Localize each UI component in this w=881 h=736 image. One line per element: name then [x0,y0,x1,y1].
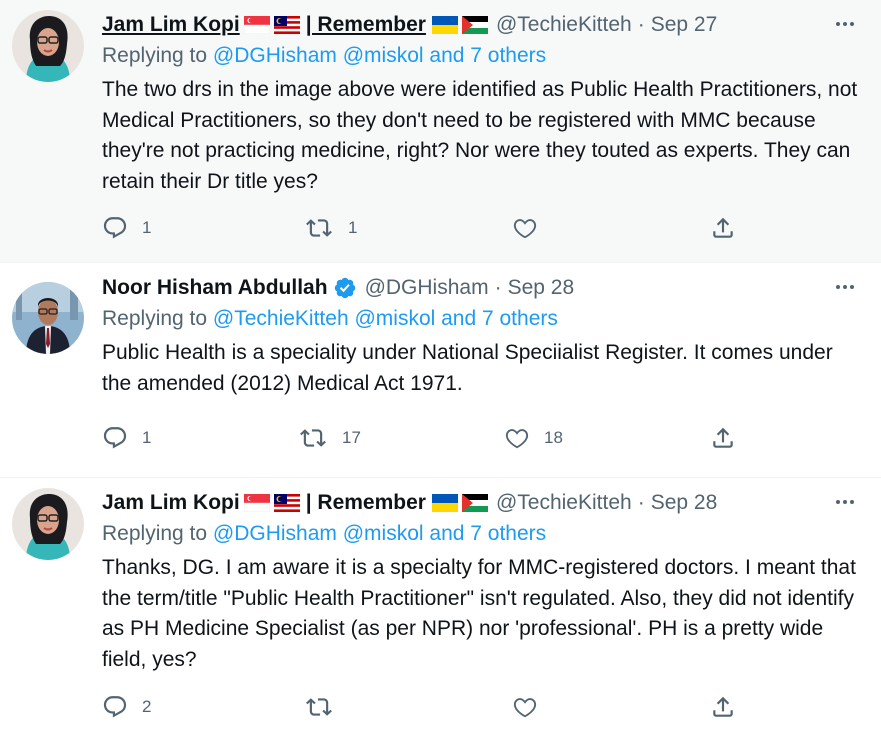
tweet-header: Jam Lim Kopi | Remember @TechieKitteh · … [102,10,861,40]
tweet-actions: 1 17 18 [102,422,742,454]
more-icon[interactable] [831,273,859,301]
reply-icon [102,215,128,241]
palestine-flag-icon [461,494,488,512]
tweet-text: Public Health is a speciality under Nati… [102,341,833,395]
tweet-2[interactable]: Noor Hisham Abdullah @DGHisham · Sep 28 … [0,263,881,478]
share-icon [710,694,736,720]
ukraine-flag-icon [431,494,458,512]
replying-links[interactable]: @DGHisham @miskol and 7 others [213,522,546,545]
avatar[interactable] [12,282,84,354]
author-name[interactable]: Jam Lim Kopi [102,13,240,37]
singapore-flag-icon [243,494,270,512]
replying-prefix: Replying to [102,307,208,330]
replying-prefix: Replying to [102,44,208,67]
malaysia-flag-icon [273,16,300,34]
author-handle[interactable]: @TechieKitteh [496,491,632,515]
tweet-date[interactable]: Sep 27 [651,13,718,37]
separator-dot: · [637,13,645,36]
tweet-3[interactable]: Jam Lim Kopi | Remember @TechieKitteh · … [0,478,881,736]
reply-count: 1 [142,218,152,237]
replying-to: Replying to @TechieKitteh @miskol and 7 … [102,307,558,331]
reply-button[interactable]: 1 [102,212,151,244]
more-icon[interactable] [831,488,859,516]
heart-icon [512,694,538,720]
retweet-button[interactable]: 1 [304,212,357,244]
like-button[interactable] [512,212,552,244]
author-handle[interactable]: @DGHisham [365,276,489,300]
replying-links[interactable]: @TechieKitteh @miskol and 7 others [213,307,558,330]
author-name[interactable]: Noor Hisham Abdullah [102,276,328,300]
tweet-date[interactable]: Sep 28 [651,491,718,515]
tweet-actions: 1 1 [102,212,742,244]
reply-button[interactable]: 1 [102,422,151,454]
like-button[interactable]: 18 [504,422,563,454]
replying-to: Replying to @DGHisham @miskol and 7 othe… [102,522,546,546]
share-icon [710,425,736,451]
tweet-1[interactable]: Jam Lim Kopi | Remember @TechieKitteh · … [0,0,881,263]
share-button[interactable] [710,691,736,723]
tweet-date[interactable]: Sep 28 [508,276,575,300]
ukraine-flag-icon [431,16,458,34]
verified-badge-icon [333,276,357,300]
tweet-text: Thanks, DG. I am aware it is a specialty… [102,556,856,671]
share-icon [710,215,736,241]
replying-prefix: Replying to [102,522,208,545]
reply-icon [102,694,128,720]
tweet-header: Jam Lim Kopi | Remember @TechieKitteh · … [102,488,861,518]
share-button[interactable] [710,422,736,454]
reply-icon [102,425,128,451]
author-name[interactable]: Jam Lim Kopi [102,491,240,515]
retweet-button[interactable] [304,691,348,723]
avatar[interactable] [12,10,84,82]
separator-dot: · [494,276,502,299]
more-icon[interactable] [831,10,859,38]
retweet-button[interactable]: 17 [298,422,361,454]
retweet-icon [304,694,334,720]
retweet-icon [304,215,334,241]
tweet-text: The two drs in the image above were iden… [102,78,858,193]
tweet-header: Noor Hisham Abdullah @DGHisham · Sep 28 [102,273,861,303]
avatar[interactable] [12,488,84,560]
reply-count: 1 [142,428,152,447]
author-name-suffix[interactable]: | Remember [306,13,426,37]
tweet-actions: 2 [102,691,742,723]
replying-links[interactable]: @DGHisham @miskol and 7 others [213,44,546,67]
reply-count: 2 [142,697,152,716]
heart-icon [504,425,530,451]
heart-icon [512,215,538,241]
author-handle[interactable]: @TechieKitteh [496,13,632,37]
retweet-count: 1 [348,218,358,237]
share-button[interactable] [710,212,736,244]
retweet-count: 17 [342,428,361,447]
palestine-flag-icon [461,16,488,34]
separator-dot: · [637,491,645,514]
singapore-flag-icon [243,16,270,34]
retweet-icon [298,425,328,451]
like-count: 18 [544,428,563,447]
like-button[interactable] [512,691,552,723]
replying-to: Replying to @DGHisham @miskol and 7 othe… [102,44,546,68]
author-name-suffix[interactable]: | Remember [306,491,426,515]
reply-button[interactable]: 2 [102,691,151,723]
malaysia-flag-icon [273,494,300,512]
